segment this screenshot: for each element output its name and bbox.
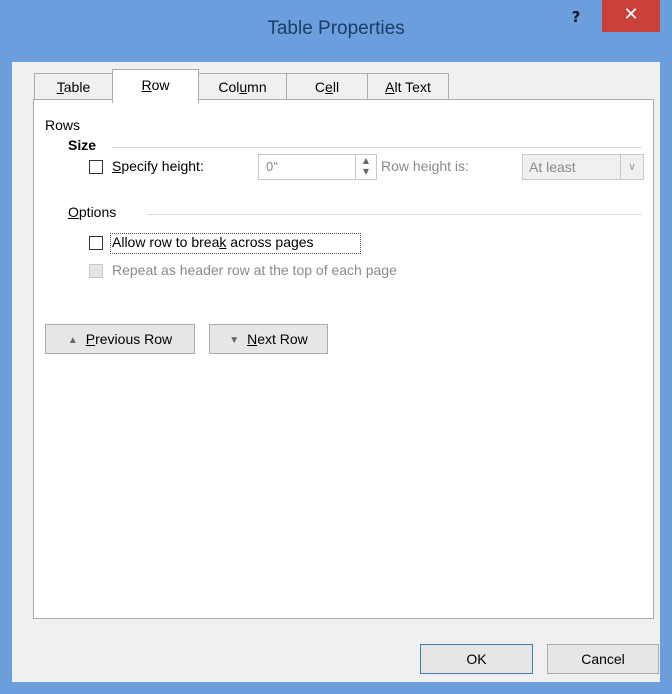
tab-alt-text[interactable]: Alt Text: [367, 73, 449, 102]
title-bar[interactable]: Table Properties ? ✕: [0, 0, 672, 62]
tab-cell[interactable]: Cell: [286, 73, 368, 102]
size-heading: Size: [68, 137, 97, 153]
options-divider: [147, 214, 642, 215]
next-row-button[interactable]: ▼ Next Row: [209, 324, 328, 354]
spinner-arrows-icon[interactable]: ▲ ▼: [355, 155, 376, 179]
triangle-down-icon: ▼: [229, 335, 240, 346]
row-tab-panel: Rows Size Specify height: 0" ▲ ▼ Row heig…: [33, 99, 654, 619]
help-button[interactable]: ?: [562, 6, 590, 28]
repeat-header-label: Repeat as header row at the top of each …: [112, 262, 397, 278]
tab-table[interactable]: Table: [34, 73, 113, 102]
table-properties-dialog: Table Properties ? ✕ Table Row Column Ce…: [0, 0, 672, 694]
specify-height-label[interactable]: Specify height:: [112, 158, 204, 174]
rows-heading: Rows: [45, 117, 81, 133]
triangle-up-icon: ▲: [67, 335, 78, 346]
size-divider: [112, 147, 642, 148]
options-heading: Options: [68, 204, 117, 220]
row-height-is-label: Row height is:: [381, 158, 469, 174]
tab-column[interactable]: Column: [198, 73, 287, 102]
allow-break-label[interactable]: Allow row to break across pages: [112, 234, 314, 250]
row-height-is-select[interactable]: At least ∨: [522, 154, 644, 180]
dialog-client-area: Table Row Column Cell Alt Text Rows Size…: [12, 62, 660, 682]
specify-height-checkbox[interactable]: [89, 160, 103, 174]
previous-row-button[interactable]: ▲ Previous Row: [45, 324, 195, 354]
cancel-button[interactable]: Cancel: [547, 644, 659, 674]
tab-row[interactable]: Row: [112, 69, 199, 103]
close-button[interactable]: ✕: [602, 0, 660, 32]
close-icon: ✕: [623, 4, 639, 25]
allow-break-checkbox[interactable]: [89, 236, 103, 250]
ok-button[interactable]: OK: [420, 644, 533, 674]
height-value: 0": [266, 159, 278, 174]
repeat-header-checkbox[interactable]: [89, 264, 103, 278]
row-height-is-value: At least: [529, 159, 576, 175]
chevron-down-icon: ∨: [620, 155, 643, 179]
height-spinner[interactable]: 0" ▲ ▼: [258, 154, 377, 180]
